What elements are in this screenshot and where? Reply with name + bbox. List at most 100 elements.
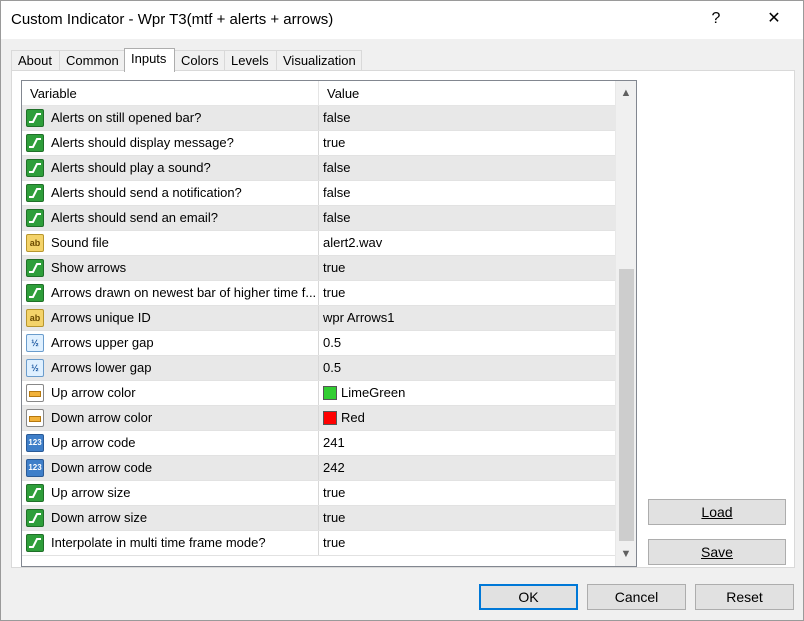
value-cell[interactable]: 0.5 (319, 356, 615, 380)
string-icon: ab (26, 234, 44, 252)
table-row[interactable]: Alerts should send a notification? false (22, 181, 615, 206)
scroll-down-icon[interactable]: ▼ (616, 544, 636, 564)
save-button[interactable]: Save (648, 539, 786, 565)
bool-icon (26, 134, 44, 152)
table-row[interactable]: Alerts should send an email? false (22, 206, 615, 231)
variable-name: Down arrow size (51, 510, 148, 525)
table-row[interactable]: Show arrows true (22, 256, 615, 281)
variable-name: Down arrow code (51, 460, 153, 475)
cancel-button[interactable]: Cancel (587, 584, 686, 610)
table-row[interactable]: 123 Up arrow code 241 (22, 431, 615, 456)
variable-value: 241 (323, 435, 345, 450)
table-row[interactable]: Arrows drawn on newest bar of higher tim… (22, 281, 615, 306)
variable-cell[interactable]: Alerts on still opened bar? (22, 106, 319, 130)
variable-value: true (323, 535, 346, 550)
tab-inputs[interactable]: Inputs (124, 48, 175, 72)
variable-value: false (323, 160, 351, 175)
value-cell[interactable]: alert2.wav (319, 231, 615, 255)
variable-cell[interactable]: ½ Arrows lower gap (22, 356, 319, 380)
reset-button[interactable]: Reset (695, 584, 794, 610)
variable-cell[interactable]: Down arrow color (22, 406, 319, 430)
vertical-scrollbar[interactable]: ▲ ▼ (615, 81, 636, 566)
scroll-thumb[interactable] (619, 269, 634, 541)
variable-cell[interactable]: Arrows drawn on newest bar of higher tim… (22, 281, 319, 305)
value-cell[interactable]: 0.5 (319, 331, 615, 355)
value-cell[interactable]: false (319, 206, 615, 230)
value-cell[interactable]: true (319, 506, 615, 530)
variable-name: Alerts should send a notification? (51, 185, 242, 200)
value-cell[interactable]: wpr Arrows1 (319, 306, 615, 330)
header-variable[interactable]: Variable (22, 81, 319, 106)
table-row[interactable]: Up arrow size true (22, 481, 615, 506)
tab-levels[interactable]: Levels (224, 50, 277, 71)
int-icon: 123 (26, 459, 44, 477)
table-row[interactable]: Up arrow color LimeGreen (22, 381, 615, 406)
int-icon: 123 (26, 434, 44, 452)
load-button[interactable]: Load (648, 499, 786, 525)
table-row[interactable]: Alerts on still opened bar? false (22, 106, 615, 131)
variable-cell[interactable]: 123 Down arrow code (22, 456, 319, 480)
table-row[interactable]: Interpolate in multi time frame mode? tru… (22, 531, 615, 556)
table-row[interactable]: ab Sound file alert2.wav (22, 231, 615, 256)
table-row[interactable]: ab Arrows unique ID wpr Arrows1 (22, 306, 615, 331)
value-cell[interactable]: 241 (319, 431, 615, 455)
value-cell[interactable]: true (319, 131, 615, 155)
value-cell[interactable]: true (319, 531, 615, 555)
value-cell[interactable]: false (319, 181, 615, 205)
scroll-up-icon[interactable]: ▲ (616, 83, 636, 103)
variable-name: Alerts should send an email? (51, 210, 218, 225)
table-row[interactable]: ½ Arrows upper gap 0.5 (22, 331, 615, 356)
string-icon: ab (26, 309, 44, 327)
table-row[interactable]: Alerts should play a sound? false (22, 156, 615, 181)
variable-value: wpr Arrows1 (323, 310, 395, 325)
variable-cell[interactable]: Alerts should send a notification? (22, 181, 319, 205)
table-row[interactable]: Down arrow color Red (22, 406, 615, 431)
value-cell[interactable]: true (319, 281, 615, 305)
ok-button[interactable]: OK (479, 584, 578, 610)
variable-value: true (323, 260, 346, 275)
value-cell[interactable]: true (319, 256, 615, 280)
variable-cell[interactable]: Up arrow color (22, 381, 319, 405)
grid-header: Variable Value (22, 81, 615, 106)
variable-cell[interactable]: Alerts should display message? (22, 131, 319, 155)
variable-value: false (323, 110, 351, 125)
variable-cell[interactable]: Alerts should play a sound? (22, 156, 319, 180)
bool-icon (26, 509, 44, 527)
value-cell[interactable]: LimeGreen (319, 381, 615, 405)
tab-about[interactable]: About (11, 50, 60, 71)
header-value[interactable]: Value (319, 81, 615, 106)
table-row[interactable]: Alerts should display message? true (22, 131, 615, 156)
value-cell[interactable]: false (319, 106, 615, 130)
variable-cell[interactable]: ½ Arrows upper gap (22, 331, 319, 355)
value-cell[interactable]: 242 (319, 456, 615, 480)
variable-value: false (323, 185, 351, 200)
variable-name: Arrows drawn on newest bar of higher tim… (51, 285, 317, 300)
table-row[interactable]: 123 Down arrow code 242 (22, 456, 615, 481)
help-button[interactable]: ? (693, 1, 739, 37)
title-bar: Custom Indicator - Wpr T3(mtf + alerts +… (1, 1, 803, 39)
tab-common[interactable]: Common (59, 50, 125, 71)
value-cell[interactable]: false (319, 156, 615, 180)
value-cell[interactable]: Red (319, 406, 615, 430)
variable-cell[interactable]: 123 Up arrow code (22, 431, 319, 455)
variable-cell[interactable]: ab Sound file (22, 231, 319, 255)
variable-value: true (323, 285, 346, 300)
value-cell[interactable]: true (319, 481, 615, 505)
variable-cell[interactable]: Show arrows (22, 256, 319, 280)
variable-cell[interactable]: Up arrow size (22, 481, 319, 505)
tab-visualization[interactable]: Visualization (276, 50, 362, 71)
variable-cell[interactable]: Alerts should send an email? (22, 206, 319, 230)
bool-icon (26, 284, 44, 302)
variable-name: Sound file (51, 235, 109, 250)
variable-cell[interactable]: Down arrow size (22, 506, 319, 530)
variable-value: 0.5 (323, 360, 342, 375)
close-button[interactable]: ✕ (751, 1, 797, 37)
variable-value: Red (341, 410, 365, 425)
tab-colors[interactable]: Colors (174, 50, 225, 71)
table-row[interactable]: ½ Arrows lower gap 0.5 (22, 356, 615, 381)
variable-cell[interactable]: ab Arrows unique ID (22, 306, 319, 330)
variable-cell[interactable]: Interpolate in multi time frame mode? (22, 531, 319, 555)
bool-icon (26, 534, 44, 552)
color-swatch (323, 386, 337, 400)
table-row[interactable]: Down arrow size true (22, 506, 615, 531)
